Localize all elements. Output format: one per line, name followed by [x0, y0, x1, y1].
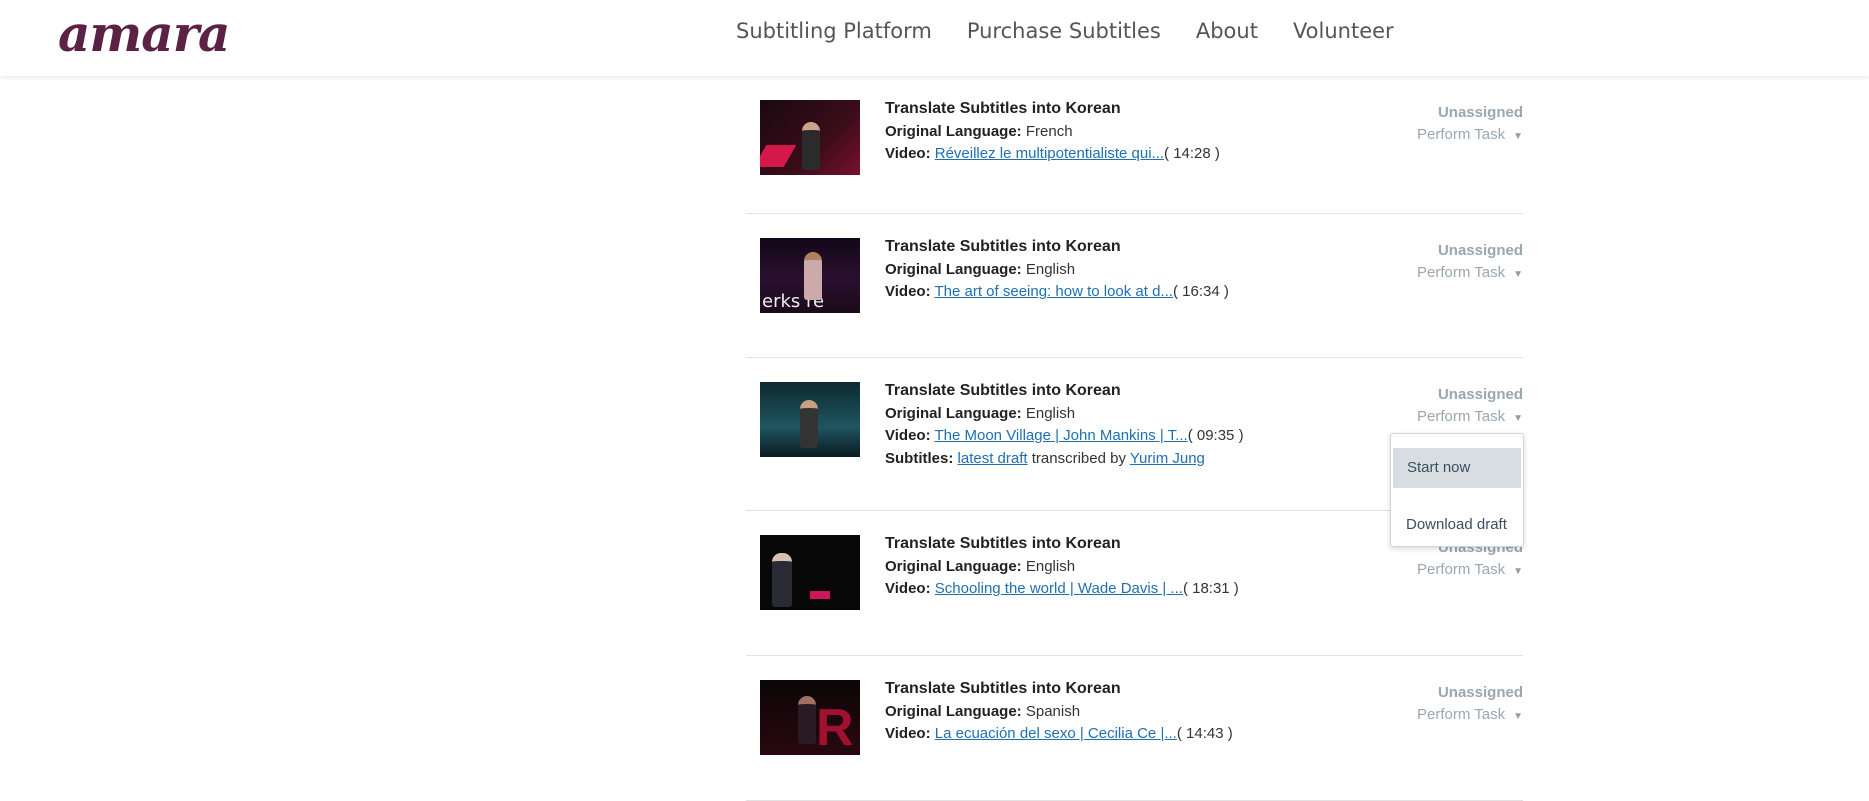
- perform-task-label: Perform Task: [1417, 264, 1506, 281]
- task-item: erks re Translate Subtitles into Korean …: [746, 214, 1523, 358]
- task-status: Unassigned Perform Task ▼: [1417, 384, 1523, 430]
- download-draft-option[interactable]: Download draft: [1393, 505, 1521, 545]
- video-link[interactable]: La ecuación del sexo | Cecilia Ce |...: [935, 725, 1177, 742]
- task-info: Translate Subtitles into Korean Original…: [885, 380, 1244, 470]
- video-label: Video:: [885, 145, 931, 162]
- original-language-value: English: [1025, 260, 1076, 278]
- task-title: Translate Subtitles into Korean: [885, 382, 1121, 399]
- video-duration: ( 14:28 ): [1164, 145, 1220, 162]
- video-label: Video:: [885, 580, 931, 597]
- video-link[interactable]: The art of seeing: how to look at d...: [934, 283, 1172, 300]
- task-status: Unassigned Perform Task ▼: [1417, 102, 1523, 148]
- caret-down-icon: ▼: [1513, 566, 1523, 577]
- original-language-value: English: [1025, 404, 1076, 422]
- video-row: Video: The Moon Village | John Mankins |…: [885, 425, 1244, 448]
- status-label: Unassigned: [1437, 684, 1523, 701]
- original-language-value: French: [1025, 122, 1073, 140]
- video-duration: ( 18:31 ): [1182, 580, 1239, 597]
- task-info: Translate Subtitles into Korean Original…: [885, 533, 1239, 601]
- video-label: Video:: [885, 283, 931, 300]
- video-thumbnail[interactable]: [760, 100, 860, 175]
- caret-down-icon: ▼: [1513, 269, 1523, 280]
- subtitles-row: Subtitles: latest draft transcribed by Y…: [885, 448, 1244, 471]
- video-thumbnail[interactable]: R: [760, 680, 860, 755]
- video-label: Video:: [885, 725, 931, 742]
- perform-task-button[interactable]: Perform Task ▼: [1417, 704, 1523, 728]
- video-label: Video:: [885, 427, 931, 444]
- video-link[interactable]: Réveillez le multipotentialiste qui...: [935, 145, 1164, 162]
- perform-task-button[interactable]: Perform Task ▼: [1417, 406, 1523, 430]
- video-duration: ( 09:35 ): [1187, 427, 1244, 444]
- caret-down-icon: ▼: [1513, 711, 1523, 722]
- status-label: Unassigned: [1437, 104, 1523, 121]
- transcribed-by-text: transcribed by: [1031, 449, 1126, 467]
- video-thumbnail[interactable]: [760, 535, 860, 610]
- task-status: Unassigned Perform Task ▼: [1417, 240, 1523, 286]
- video-row: Video: The art of seeing: how to look at…: [885, 281, 1229, 304]
- video-thumbnail[interactable]: erks re: [760, 238, 860, 313]
- caret-down-icon: ▼: [1513, 413, 1523, 424]
- video-link[interactable]: Schooling the world | Wade Davis | ...: [935, 580, 1183, 597]
- main-nav: Subtitling Platform Purchase Subtitles A…: [736, 19, 1429, 43]
- perform-task-dropdown: Start now Download draft: [1390, 433, 1524, 547]
- site-header: amara Subtitling Platform Purchase Subti…: [0, 0, 1869, 76]
- task-info: Translate Subtitles into Korean Original…: [885, 678, 1233, 746]
- original-language-row: Original Language: English: [885, 259, 1229, 282]
- task-title: Translate Subtitles into Korean: [885, 680, 1121, 697]
- original-language-row: Original Language: English: [885, 403, 1244, 426]
- latest-draft-link[interactable]: latest draft: [958, 450, 1028, 467]
- original-language-row: Original Language: Spanish: [885, 701, 1233, 724]
- perform-task-label: Perform Task: [1417, 706, 1506, 723]
- task-title: Translate Subtitles into Korean: [885, 535, 1121, 552]
- subtitles-label: Subtitles:: [885, 449, 954, 467]
- nav-subtitling-platform[interactable]: Subtitling Platform: [736, 19, 932, 43]
- original-language-value: English: [1025, 557, 1076, 575]
- original-language-label: Original Language:: [885, 122, 1022, 140]
- task-item: Translate Subtitles into Korean Original…: [746, 76, 1523, 214]
- status-label: Unassigned: [1437, 242, 1523, 259]
- task-info: Translate Subtitles into Korean Original…: [885, 98, 1220, 166]
- original-language-label: Original Language:: [885, 557, 1022, 575]
- original-language-value: Spanish: [1025, 702, 1081, 720]
- perform-task-button[interactable]: Perform Task ▼: [1417, 559, 1523, 583]
- video-duration: ( 16:34 ): [1172, 283, 1229, 300]
- status-label: Unassigned: [1437, 386, 1523, 403]
- perform-task-button[interactable]: Perform Task ▼: [1417, 124, 1523, 148]
- original-language-label: Original Language:: [885, 404, 1022, 422]
- nav-volunteer[interactable]: Volunteer: [1293, 19, 1394, 43]
- perform-task-label: Perform Task: [1417, 126, 1506, 143]
- start-now-option[interactable]: Start now: [1393, 448, 1521, 488]
- video-row: Video: Schooling the world | Wade Davis …: [885, 578, 1239, 601]
- perform-task-label: Perform Task: [1417, 408, 1506, 425]
- perform-task-label: Perform Task: [1417, 561, 1506, 578]
- task-title: Translate Subtitles into Korean: [885, 100, 1121, 117]
- nav-about[interactable]: About: [1196, 19, 1258, 43]
- task-info: Translate Subtitles into Korean Original…: [885, 236, 1229, 304]
- video-duration: ( 14:43 ): [1176, 725, 1233, 742]
- video-row: Video: Réveillez le multipotentialiste q…: [885, 143, 1220, 166]
- original-language-row: Original Language: French: [885, 121, 1220, 144]
- video-thumbnail[interactable]: [760, 382, 860, 457]
- perform-task-button[interactable]: Perform Task ▼: [1417, 262, 1523, 286]
- original-language-row: Original Language: English: [885, 556, 1239, 579]
- original-language-label: Original Language:: [885, 702, 1022, 720]
- amara-logo[interactable]: amara: [58, 4, 230, 64]
- task-item: R Translate Subtitles into Korean Origin…: [746, 656, 1523, 801]
- nav-purchase-subtitles[interactable]: Purchase Subtitles: [967, 19, 1161, 43]
- caret-down-icon: ▼: [1513, 131, 1523, 142]
- task-title: Translate Subtitles into Korean: [885, 238, 1121, 255]
- video-row: Video: La ecuación del sexo | Cecilia Ce…: [885, 723, 1233, 746]
- transcriber-link[interactable]: Yurim Jung: [1130, 450, 1205, 467]
- original-language-label: Original Language:: [885, 260, 1022, 278]
- video-link[interactable]: The Moon Village | John Mankins | T...: [934, 427, 1187, 444]
- task-status: Unassigned Perform Task ▼: [1417, 682, 1523, 728]
